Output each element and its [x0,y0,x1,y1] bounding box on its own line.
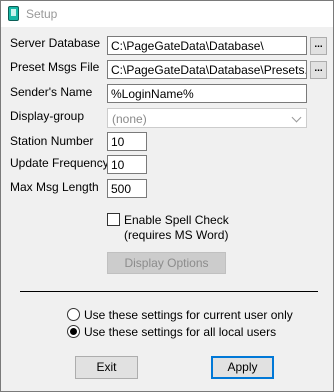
spell-check-checkbox[interactable] [107,213,120,226]
senders-name-label: Sender's Name [10,85,93,99]
spell-check-label[interactable]: Enable Spell Check [124,213,229,227]
max-msg-length-label: Max Msg Length [10,180,99,194]
server-database-field[interactable]: C:\PageGateData\Database\ [107,36,307,55]
senders-name-field[interactable]: %LoginName% [107,84,307,103]
preset-msgs-file-field[interactable]: C:\PageGateData\Database\Presets.txt [107,60,307,79]
radio-current-user-label[interactable]: Use these settings for current user only [84,308,293,322]
radio-all-local-users-label[interactable]: Use these settings for all local users [84,325,276,339]
exit-button[interactable]: Exit [75,356,138,379]
apply-button[interactable]: Apply [211,356,274,379]
title-bar: Setup [1,1,333,27]
separator [20,291,318,292]
max-msg-length-field[interactable]: 500 [107,179,147,198]
radio-all-local-users[interactable] [67,325,80,338]
window-title: Setup [26,7,58,21]
spell-check-note: (requires MS Word) [124,228,229,242]
display-group-label: Display-group [10,109,85,123]
update-frequency-label: Update Frequency [10,156,109,170]
setup-dialog: Setup Server Database C:\PageGateData\Da… [0,0,334,392]
display-group-selected: (none) [112,112,147,126]
station-number-field[interactable]: 10 [107,132,147,151]
app-icon [8,6,19,21]
preset-msgs-file-browse-button[interactable]: ... [310,61,327,79]
display-options-button[interactable]: Display Options [107,252,226,274]
update-frequency-field[interactable]: 10 [107,155,147,174]
chevron-down-icon [291,112,302,123]
radio-current-user[interactable] [67,308,80,321]
station-number-label: Station Number [10,134,94,148]
display-group-select[interactable]: (none) [107,108,307,128]
preset-msgs-file-label: Preset Msgs File [10,60,100,74]
server-database-label: Server Database [10,36,101,50]
server-database-browse-button[interactable]: ... [310,37,327,55]
